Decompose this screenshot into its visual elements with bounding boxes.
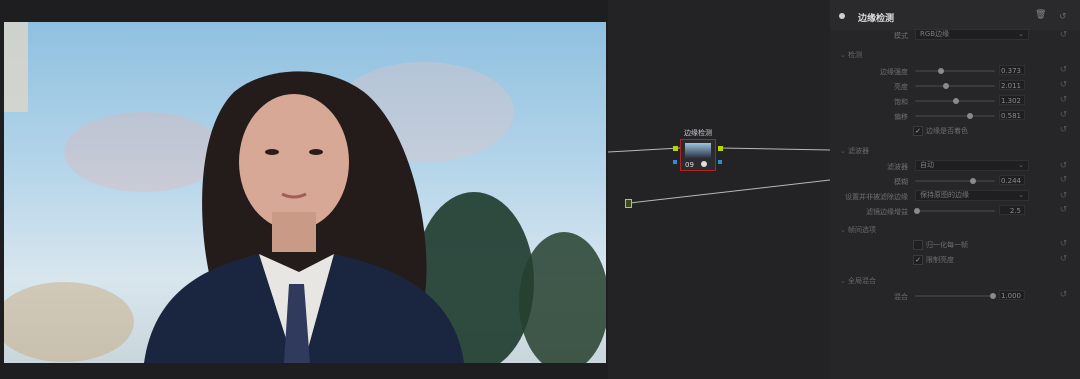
- blend-value[interactable]: 1.000: [999, 290, 1025, 300]
- offset-knob[interactable]: [967, 113, 973, 119]
- section-frame-options[interactable]: ⌄ 帧间选项: [840, 225, 876, 235]
- saturation-knob[interactable]: [953, 98, 959, 104]
- offset-value[interactable]: 0.581: [999, 110, 1025, 120]
- brightness-slider[interactable]: [915, 85, 995, 87]
- normalize-frame-checkbox[interactable]: [913, 240, 923, 250]
- filter-type-reset-icon[interactable]: ↺: [1059, 162, 1068, 171]
- saturation-reset-icon[interactable]: ↺: [1059, 96, 1068, 105]
- enable-toggle-icon[interactable]: [839, 13, 845, 19]
- blend-reset-icon[interactable]: ↺: [1059, 291, 1068, 300]
- filter-type-label: 滤波器: [887, 163, 908, 171]
- color-edge-checkbox[interactable]: ✓: [913, 126, 923, 136]
- blur-size-slider[interactable]: [915, 210, 995, 212]
- edge-detect-node[interactable]: 09: [680, 139, 716, 171]
- viewer-image: [4, 22, 606, 363]
- smooth-slider[interactable]: [915, 180, 995, 182]
- normalize-frame-reset-icon[interactable]: ↺: [1059, 240, 1068, 249]
- node-connections: [608, 147, 830, 204]
- edge-strength-label: 边缘强度: [880, 68, 908, 76]
- blend-slider[interactable]: [915, 295, 995, 297]
- offset-slider[interactable]: [915, 115, 995, 117]
- limit-brightness-reset-icon[interactable]: ↺: [1059, 255, 1068, 264]
- chevron-icon: ⌄: [840, 51, 846, 59]
- color-edge-reset-icon[interactable]: ↺: [1059, 126, 1068, 135]
- inspector-title: 边缘检测: [858, 14, 895, 24]
- chevron-icon: ⌄: [840, 277, 846, 285]
- edge-mode-dropdown[interactable]: 保持原图的边缘 ⌄: [915, 190, 1029, 201]
- offset-reset-icon[interactable]: ↺: [1059, 111, 1068, 120]
- saturation-label: 饱和: [894, 98, 908, 106]
- blur-size-reset-icon[interactable]: ↺: [1059, 206, 1068, 215]
- section-global-blend[interactable]: ⌄ 全局混合: [840, 276, 876, 286]
- node-number: 09: [685, 161, 694, 169]
- brightness-value[interactable]: 2.011: [999, 80, 1025, 90]
- delete-icon[interactable]: 🗑: [1035, 10, 1046, 20]
- color-edge-label: 边缘是否着色: [926, 127, 968, 135]
- chevron-down-icon: ⌄: [1018, 191, 1024, 199]
- node-output-port[interactable]: [718, 146, 723, 151]
- section-detect[interactable]: ⌄ 检测: [840, 50, 862, 60]
- mode-dropdown[interactable]: RGB边缘 ⌄: [915, 29, 1029, 40]
- limit-brightness-checkbox[interactable]: ✓: [913, 255, 923, 265]
- smooth-knob[interactable]: [970, 178, 976, 184]
- saturation-value[interactable]: 1.302: [999, 95, 1025, 105]
- source-node-port[interactable]: [625, 199, 632, 208]
- node-editor[interactable]: 边缘检测 09: [608, 0, 830, 379]
- mode-label: 模式: [894, 32, 908, 40]
- node-key-input-port[interactable]: [673, 160, 677, 164]
- smooth-label: 模糊: [894, 178, 908, 186]
- edge-strength-slider[interactable]: [915, 70, 995, 72]
- chevron-icon: ⌄: [840, 226, 846, 234]
- chevron-down-icon: ⌄: [1018, 161, 1024, 169]
- edge-strength-knob[interactable]: [938, 68, 944, 74]
- mode-reset-icon[interactable]: ↺: [1059, 31, 1068, 40]
- blur-size-value[interactable]: 2.5: [999, 205, 1025, 215]
- edge-mode-reset-icon[interactable]: ↺: [1059, 192, 1068, 201]
- inspector-panel: 边缘检测 🗑 ↺ 模式 RGB边缘 ⌄ ↺ ⌄ 检测 边缘强度 0.373 ↺ 亮度…: [830, 0, 1080, 379]
- brightness-label: 亮度: [894, 83, 908, 91]
- blur-size-label: 滤镜边缘增益: [866, 208, 908, 216]
- smooth-reset-icon[interactable]: ↺: [1059, 176, 1068, 185]
- header-reset-icon[interactable]: ↺: [1059, 12, 1067, 22]
- node-thumbnail: [685, 143, 711, 158]
- limit-brightness-label: 限制亮度: [926, 256, 954, 264]
- node-badge-icon: [701, 161, 707, 167]
- node-title: 边缘检测: [684, 129, 712, 137]
- photo-illustration: [4, 22, 606, 363]
- section-filter[interactable]: ⌄ 滤波器: [840, 146, 869, 156]
- blend-label: 混合: [894, 293, 908, 301]
- blur-size-knob[interactable]: [914, 208, 920, 214]
- blend-knob[interactable]: [990, 293, 996, 299]
- inspector-header: 边缘检测 🗑 ↺: [830, 0, 1080, 30]
- filter-type-dropdown[interactable]: 自动 ⌄: [915, 160, 1029, 171]
- edge-mode-label: 设置并非被滤除边缘: [845, 193, 908, 201]
- node-input-port[interactable]: [673, 146, 678, 151]
- normalize-frame-label: 归一化每一帧: [926, 241, 968, 249]
- edge-strength-value[interactable]: 0.373: [999, 65, 1025, 75]
- chevron-down-icon: ⌄: [1018, 30, 1024, 38]
- viewer-panel: [0, 0, 608, 379]
- brightness-knob[interactable]: [943, 83, 949, 89]
- smooth-value[interactable]: 0.244: [999, 175, 1025, 185]
- edge-strength-reset-icon[interactable]: ↺: [1059, 66, 1068, 75]
- chevron-icon: ⌄: [840, 147, 846, 155]
- offset-label: 偏移: [894, 113, 908, 121]
- brightness-reset-icon[interactable]: ↺: [1059, 81, 1068, 90]
- node-key-output-port[interactable]: [718, 160, 722, 164]
